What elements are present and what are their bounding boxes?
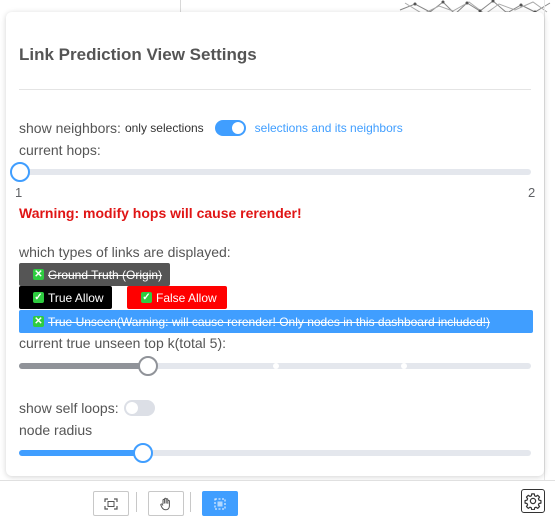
title-divider — [19, 89, 531, 90]
unchecked-x-icon: ✕ — [33, 316, 44, 327]
link-type-label: True Unseen(Warning: will cause rerender… — [48, 314, 491, 329]
hand-pan-icon — [160, 497, 170, 510]
top-k-tick — [273, 363, 279, 369]
hops-label: current hops: — [19, 142, 101, 158]
box-select-icon — [214, 498, 226, 509]
bottom-toolbar — [0, 480, 555, 531]
fit-view-button[interactable] — [93, 491, 129, 516]
graph-border — [544, 0, 545, 480]
hops-slider[interactable] — [10, 162, 531, 182]
unchecked-x-icon: ✕ — [33, 269, 44, 280]
pan-button[interactable] — [148, 491, 184, 516]
fit-view-icon — [104, 497, 118, 510]
hops-warning: Warning: modify hops will cause rerender… — [19, 205, 302, 221]
checkmark-icon: ✓ — [141, 292, 152, 303]
toolbar-separator — [190, 492, 191, 512]
link-types-label: which types of links are displayed: — [19, 244, 231, 260]
gear-icon — [524, 493, 542, 510]
link-type-true-unseen[interactable]: ✕ True Unseen(Warning: will cause rerend… — [19, 310, 533, 333]
checkmark-icon: ✓ — [33, 292, 44, 303]
show-neighbors-label: show neighbors: — [19, 120, 121, 136]
panel-title: Link Prediction View Settings — [19, 45, 257, 64]
top-k-slider-fill — [19, 363, 148, 369]
hops-max-label: 2 — [528, 185, 536, 200]
node-radius-slider-fill — [19, 450, 143, 456]
link-type-label: True Allow — [48, 290, 104, 305]
toolbar-separator — [136, 492, 137, 512]
self-loops-label: show self loops: — [19, 400, 119, 416]
neighbors-on-text[interactable]: selections and its neighbors — [255, 121, 403, 135]
link-type-label: False Allow — [156, 290, 217, 305]
top-k-slider[interactable] — [19, 356, 531, 376]
hops-min-label: 1 — [15, 185, 23, 200]
link-type-true-allow[interactable]: ✓ True Allow — [19, 286, 112, 309]
node-radius-slider[interactable] — [19, 443, 531, 463]
node-radius-label: node radius — [19, 422, 93, 438]
self-loops-toggle[interactable] — [123, 400, 155, 416]
settings-button[interactable] — [521, 489, 545, 513]
link-type-false-allow[interactable]: ✓ False Allow — [127, 286, 227, 309]
hops-slider-thumb[interactable] — [10, 162, 30, 182]
link-type-label: Ground Truth (Origin) — [48, 267, 163, 282]
show-neighbors-toggle[interactable] — [214, 120, 246, 136]
node-radius-slider-thumb[interactable] — [133, 443, 153, 463]
top-k-tick — [401, 363, 407, 369]
self-loops-row: show self loops: — [19, 400, 155, 416]
link-type-ground-truth[interactable]: ✕ Ground Truth (Origin) — [19, 263, 171, 286]
box-select-button[interactable] — [202, 491, 238, 516]
neighbors-off-text[interactable]: only selections — [125, 121, 204, 135]
settings-panel: Link Prediction View Settings show neigh… — [6, 12, 544, 476]
top-k-label: current true unseen top k(total 5): — [19, 335, 226, 351]
top-k-slider-thumb[interactable] — [138, 356, 158, 376]
show-neighbors-row: show neighbors: only selections selectio… — [19, 120, 403, 136]
